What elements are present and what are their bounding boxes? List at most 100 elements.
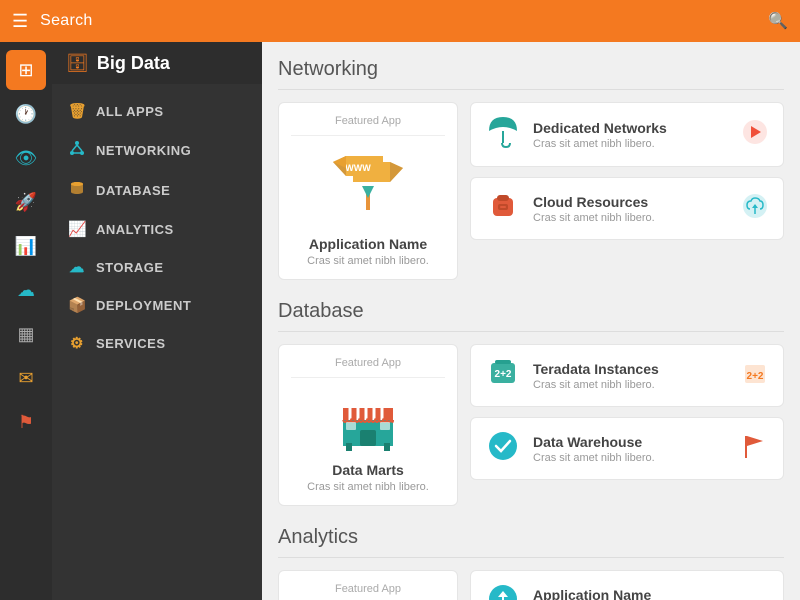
teradata-svg: 2+2 (485, 355, 521, 391)
svg-text:WWW: WWW (345, 163, 371, 173)
analytics-1-icon (485, 581, 521, 600)
section-title-database: Database (278, 300, 784, 332)
sidebar-icon-apps[interactable]: ▦ (6, 314, 46, 354)
teradata-right-icon: 2+2 (741, 359, 769, 392)
featured-icon-networking: WWW (328, 148, 408, 226)
cloud-resources-desc: Cras sit amet nibh libero. (533, 212, 729, 224)
arrow-right-icon-dn (741, 118, 769, 146)
backpack-icon (485, 188, 521, 224)
section-row-networking: Featured App W (278, 102, 784, 280)
sidebar-icon-rocket[interactable]: 🚀 (6, 182, 46, 222)
upload-cloud-icon (741, 192, 769, 220)
dedicated-networks-desc: Cras sit amet nibh libero. (533, 138, 729, 150)
data-warehouse-icon (485, 428, 521, 469)
nav-label-deployment: DEPLOYMENT (96, 298, 191, 313)
featured-icon-database (328, 386, 408, 456)
nav-label-database: DATABASE (96, 183, 170, 198)
grid-icon: ⊞ (18, 60, 33, 81)
svg-text:2+2: 2+2 (747, 371, 764, 382)
sidebar-icon-grid[interactable]: ⊞ (6, 50, 46, 90)
sidebar-icon-flag[interactable]: ⚑ (6, 402, 46, 442)
sidebar-icon-envelope[interactable]: ✉ (6, 358, 46, 398)
data-warehouse-desc: Cras sit amet nibh libero. (533, 452, 729, 464)
featured-desc-database: Cras sit amet nibh libero. (307, 481, 429, 493)
networking-icon (68, 140, 86, 160)
featured-card-analytics[interactable]: Featured App 📊 Application Name Cras sit… (278, 570, 458, 600)
teradata-info: Teradata Instances Cras sit amet nibh li… (533, 361, 729, 391)
cloud-resources-arrow (741, 192, 769, 225)
eye-icon: 👁 (15, 148, 38, 169)
analytics-1-name: Application Name (533, 587, 769, 600)
app-item-analytics-1[interactable]: Application Name Cras sit amet nibh libe… (470, 570, 784, 600)
data-warehouse-right-icon (741, 432, 769, 465)
cloud-icon: ☁ (17, 280, 35, 301)
top-header: ☰ Search 🔍 (0, 0, 800, 42)
nav-item-services[interactable]: ⚙ SERVICES (52, 324, 262, 362)
featured-name-networking: Application Name (309, 236, 427, 252)
featured-label-database: Featured App (291, 357, 445, 378)
cloud-resources-icon (485, 188, 521, 229)
app-item-teradata[interactable]: 2+2 Teradata Instances Cras sit amet nib… (470, 344, 784, 407)
app-list-networking: Dedicated Networks Cras sit amet nibh li… (470, 102, 784, 280)
upload-icon-a1 (485, 581, 521, 600)
section-database: Database Featured App (278, 300, 784, 506)
brand-icon: 🗄 (66, 53, 89, 74)
section-analytics: Analytics Featured App 📊 Application Nam… (278, 526, 784, 600)
featured-desc-networking: Cras sit amet nibh libero. (307, 255, 429, 267)
services-icon: ⚙ (68, 334, 86, 352)
nav-label-networking: NETWORKING (96, 143, 191, 158)
app-item-cloud-resources[interactable]: Cloud Resources Cras sit amet nibh liber… (470, 177, 784, 240)
calendar-icon: 2+2 (741, 359, 769, 387)
nav-item-analytics[interactable]: 📈 ANALYTICS (52, 210, 262, 248)
sidebar-icon-cloud[interactable]: ☁ (6, 270, 46, 310)
apps-icon: ▦ (17, 324, 34, 345)
section-row-analytics: Featured App 📊 Application Name Cras sit… (278, 570, 784, 600)
flag-icon-dw (741, 432, 769, 460)
rocket-icon: 🚀 (15, 192, 37, 213)
deployment-icon: 📦 (68, 296, 86, 314)
database-icon (68, 180, 86, 200)
chart-icon: 📊 (15, 236, 37, 257)
teradata-desc: Cras sit amet nibh libero. (533, 379, 729, 391)
nav-item-database[interactable]: DATABASE (52, 170, 262, 210)
icon-sidebar: ⊞ 🕐 👁 🚀 📊 ☁ ▦ ✉ ⚑ (0, 42, 52, 600)
checkmark-circle-icon (485, 428, 521, 464)
nav-item-all-apps[interactable]: 🗑 ALL APPS (52, 92, 262, 130)
section-row-database: Featured App (278, 344, 784, 506)
dedicated-networks-icon (485, 113, 521, 156)
featured-label-analytics: Featured App (291, 583, 445, 600)
sidebar-icon-eye[interactable]: 👁 (6, 138, 46, 178)
store-svg (328, 386, 408, 451)
nav-label-services: SERVICES (96, 336, 166, 351)
app-list-database: 2+2 Teradata Instances Cras sit amet nib… (470, 344, 784, 506)
nav-sidebar: 🗄 Big Data 🗑 ALL APPS (52, 42, 262, 600)
nav-item-storage[interactable]: ☁ STORAGE (52, 248, 262, 286)
menu-icon[interactable]: ☰ (12, 11, 28, 32)
data-warehouse-info: Data Warehouse Cras sit amet nibh libero… (533, 434, 729, 464)
app-item-data-warehouse[interactable]: Data Warehouse Cras sit amet nibh libero… (470, 417, 784, 480)
nav-label-analytics: ANALYTICS (96, 222, 174, 237)
app-item-dedicated-networks[interactable]: Dedicated Networks Cras sit amet nibh li… (470, 102, 784, 167)
search-label[interactable]: Search (40, 12, 756, 30)
sidebar-icon-chart[interactable]: 📊 (6, 226, 46, 266)
cloud-resources-name: Cloud Resources (533, 194, 729, 210)
brand-name: Big Data (97, 53, 170, 74)
section-title-analytics: Analytics (278, 526, 784, 558)
analytics-1-info: Application Name Cras sit amet nibh libe… (533, 587, 769, 600)
nav-item-deployment[interactable]: 📦 DEPLOYMENT (52, 286, 262, 324)
storage-icon: ☁ (68, 258, 86, 276)
clock-icon: 🕐 (15, 104, 37, 125)
dedicated-networks-name: Dedicated Networks (533, 120, 729, 136)
nav-label-storage: STORAGE (96, 260, 164, 275)
sidebar-icon-clock[interactable]: 🕐 (6, 94, 46, 134)
main-layout: ⊞ 🕐 👁 🚀 📊 ☁ ▦ ✉ ⚑ 🗄 Big Data (0, 42, 800, 600)
featured-card-networking[interactable]: Featured App W (278, 102, 458, 280)
section-title-networking: Networking (278, 58, 784, 90)
dedicated-networks-info: Dedicated Networks Cras sit amet nibh li… (533, 120, 729, 150)
search-icon[interactable]: 🔍 (768, 11, 788, 31)
nav-item-networking[interactable]: NETWORKING (52, 130, 262, 170)
all-apps-icon: 🗑 (68, 102, 86, 120)
umbrella-icon (485, 113, 521, 149)
teradata-name: Teradata Instances (533, 361, 729, 377)
featured-card-database[interactable]: Featured App (278, 344, 458, 506)
